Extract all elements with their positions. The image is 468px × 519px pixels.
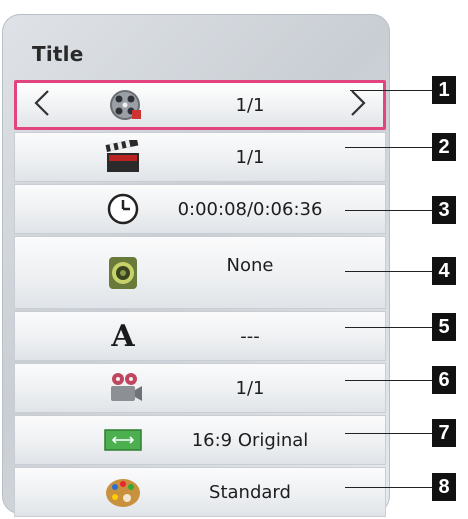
callout-badge-6: 6 xyxy=(432,366,456,394)
option-row-chapter[interactable]: 1/1 xyxy=(14,132,386,182)
option-row-audio[interactable]: None xyxy=(14,236,386,309)
camera-angle-icon xyxy=(103,371,143,405)
panel-title: Title xyxy=(32,42,84,66)
callout-line-4 xyxy=(345,271,432,272)
callout-badge-7: 7 xyxy=(432,419,456,447)
callout-badge-1: 1 xyxy=(432,76,456,104)
callout-badge-4: 4 xyxy=(432,257,456,285)
callout-line-8 xyxy=(345,487,432,488)
callout-badge-2: 2 xyxy=(432,133,456,161)
callout-line-3 xyxy=(345,210,432,211)
callout-line-7 xyxy=(345,433,432,434)
callout-badge-5: 5 xyxy=(432,313,456,341)
option-row-title[interactable]: 1/1 xyxy=(14,80,386,130)
time-value: 0:00:08/0:06:36 xyxy=(177,198,323,220)
subtitle-glyph: A xyxy=(111,318,135,354)
option-list: 1/1 1/1 0:00:08/0:06:36 None A --- 1/1 1… xyxy=(14,80,386,519)
option-row-time[interactable]: 0:00:08/0:06:36 xyxy=(14,184,386,234)
film-reel-icon xyxy=(105,88,145,122)
aspect-ratio-value: 16:9 Original xyxy=(191,429,309,451)
option-row-aspect-ratio[interactable]: 16:9 Original xyxy=(14,415,386,465)
clock-icon xyxy=(103,192,143,226)
callout-line-2 xyxy=(345,147,432,148)
palette-icon xyxy=(103,475,143,509)
aspect-ratio-icon xyxy=(103,423,143,457)
on-screen-display-panel: Title 1/1 1/1 0:00:08/0:06:36 None A ---… xyxy=(2,14,390,517)
audio-value: None xyxy=(226,255,274,276)
chevron-left-icon[interactable] xyxy=(33,88,51,122)
callout-badge-3: 3 xyxy=(432,196,456,224)
subtitle-value: --- xyxy=(240,325,260,347)
chapter-value: 1/1 xyxy=(235,146,265,168)
option-row-picture-mode[interactable]: Standard xyxy=(14,467,386,517)
picture-mode-value: Standard xyxy=(209,481,291,503)
callout-line-5 xyxy=(345,327,432,328)
clapperboard-icon xyxy=(103,140,143,174)
option-row-angle[interactable]: 1/1 xyxy=(14,363,386,413)
speaker-icon xyxy=(103,256,143,290)
callout-line-6 xyxy=(345,380,432,381)
subtitle-letter-icon: A xyxy=(103,318,143,354)
angle-value: 1/1 xyxy=(235,377,265,399)
callout-badge-8: 8 xyxy=(432,473,456,501)
callout-line-1 xyxy=(350,90,432,91)
option-row-subtitle[interactable]: A --- xyxy=(14,311,386,361)
title-value: 1/1 xyxy=(235,94,265,116)
chevron-right-icon[interactable] xyxy=(349,88,367,122)
